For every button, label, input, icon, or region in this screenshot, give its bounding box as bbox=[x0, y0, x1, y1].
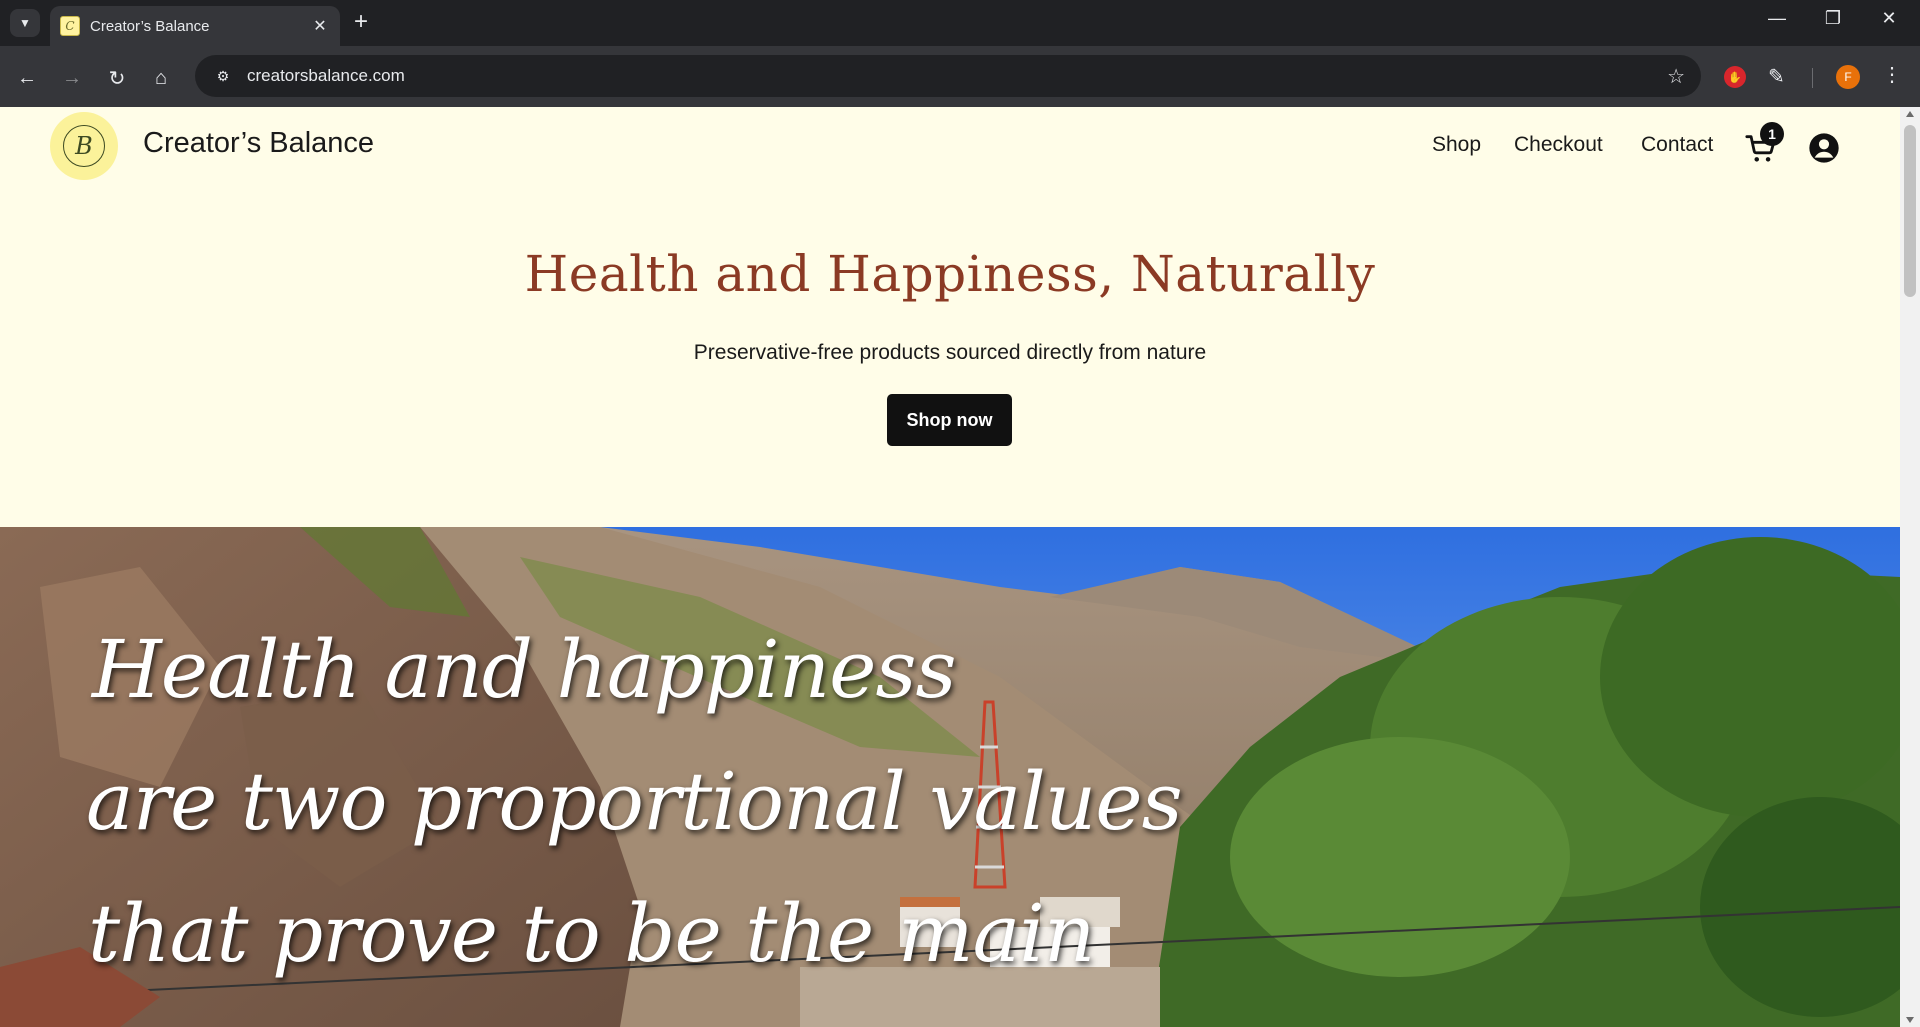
favicon-icon: C bbox=[60, 16, 80, 36]
cart-count-badge: 1 bbox=[1760, 122, 1784, 146]
banner-quote-line-1: Health and happiness bbox=[92, 623, 957, 716]
hero-subtitle: Preservative-free products sourced direc… bbox=[693, 341, 1207, 364]
reload-icon[interactable]: ↻ bbox=[102, 63, 132, 93]
browser-tab[interactable]: C Creator’s Balance ✕ bbox=[50, 6, 340, 46]
scrollbar-thumb[interactable] bbox=[1904, 125, 1916, 297]
page: B Creator’s Balance Shop Checkout Contac… bbox=[0, 107, 1900, 1027]
scroll-down-icon[interactable] bbox=[1906, 1017, 1914, 1023]
browser-toolbar: ← → ↻ ⌂ ⚙ creatorsbalance.com ☆ ✋ ✎ F ⋮ bbox=[0, 46, 1920, 108]
nav-shop[interactable]: Shop bbox=[1432, 133, 1481, 157]
minimize-icon[interactable]: — bbox=[1762, 8, 1792, 29]
logo-monogram-icon: B bbox=[63, 125, 105, 167]
back-icon[interactable]: ← bbox=[12, 63, 42, 93]
shop-now-button[interactable]: Shop now bbox=[887, 394, 1012, 446]
page-scrollbar[interactable] bbox=[1900, 107, 1920, 1027]
account-icon[interactable] bbox=[1808, 132, 1840, 164]
restore-icon[interactable]: ❐ bbox=[1818, 8, 1848, 29]
site-name[interactable]: Creator’s Balance bbox=[143, 127, 374, 160]
url-text[interactable]: creatorsbalance.com bbox=[247, 66, 1667, 86]
star-icon[interactable]: ☆ bbox=[1667, 64, 1685, 89]
menu-icon[interactable]: ⋮ bbox=[1882, 62, 1902, 87]
toolbar-divider bbox=[1812, 68, 1813, 88]
extension-icon[interactable]: ✋ bbox=[1724, 66, 1746, 88]
banner-quote-line-2: are two proportional values bbox=[86, 755, 1183, 848]
site-logo[interactable]: B bbox=[50, 112, 118, 180]
profile-avatar[interactable]: F bbox=[1836, 65, 1860, 89]
hero-banner-image: Health and happiness are two proportiona… bbox=[0, 527, 1900, 1027]
window-close-icon[interactable]: ✕ bbox=[1874, 8, 1904, 29]
forward-icon[interactable]: → bbox=[57, 63, 87, 93]
home-icon[interactable]: ⌂ bbox=[146, 63, 176, 93]
hero-section: Health and Happiness, Naturally Preserva… bbox=[0, 187, 1900, 527]
browser-tab-bar: ▼ C Creator’s Balance ✕ + — ❐ ✕ bbox=[0, 0, 1920, 46]
site-header: B Creator’s Balance Shop Checkout Contac… bbox=[0, 107, 1900, 187]
tab-title: Creator’s Balance bbox=[90, 17, 210, 35]
plus-icon[interactable]: + bbox=[354, 10, 368, 34]
tab-search-icon[interactable]: ▼ bbox=[10, 9, 40, 37]
scroll-up-icon[interactable] bbox=[1906, 111, 1914, 117]
banner-quote-line-3: that prove to be the main bbox=[88, 887, 1095, 980]
hero-title: Health and Happiness, Naturally bbox=[524, 245, 1376, 303]
extensions-puzzle-icon[interactable]: ✎ bbox=[1768, 64, 1785, 89]
nav-contact[interactable]: Contact bbox=[1641, 133, 1713, 157]
close-icon[interactable]: ✕ bbox=[310, 16, 330, 36]
site-info-icon[interactable]: ⚙ bbox=[203, 68, 243, 85]
address-bar[interactable]: ⚙ creatorsbalance.com ☆ bbox=[195, 55, 1701, 97]
nav-checkout[interactable]: Checkout bbox=[1514, 133, 1603, 157]
